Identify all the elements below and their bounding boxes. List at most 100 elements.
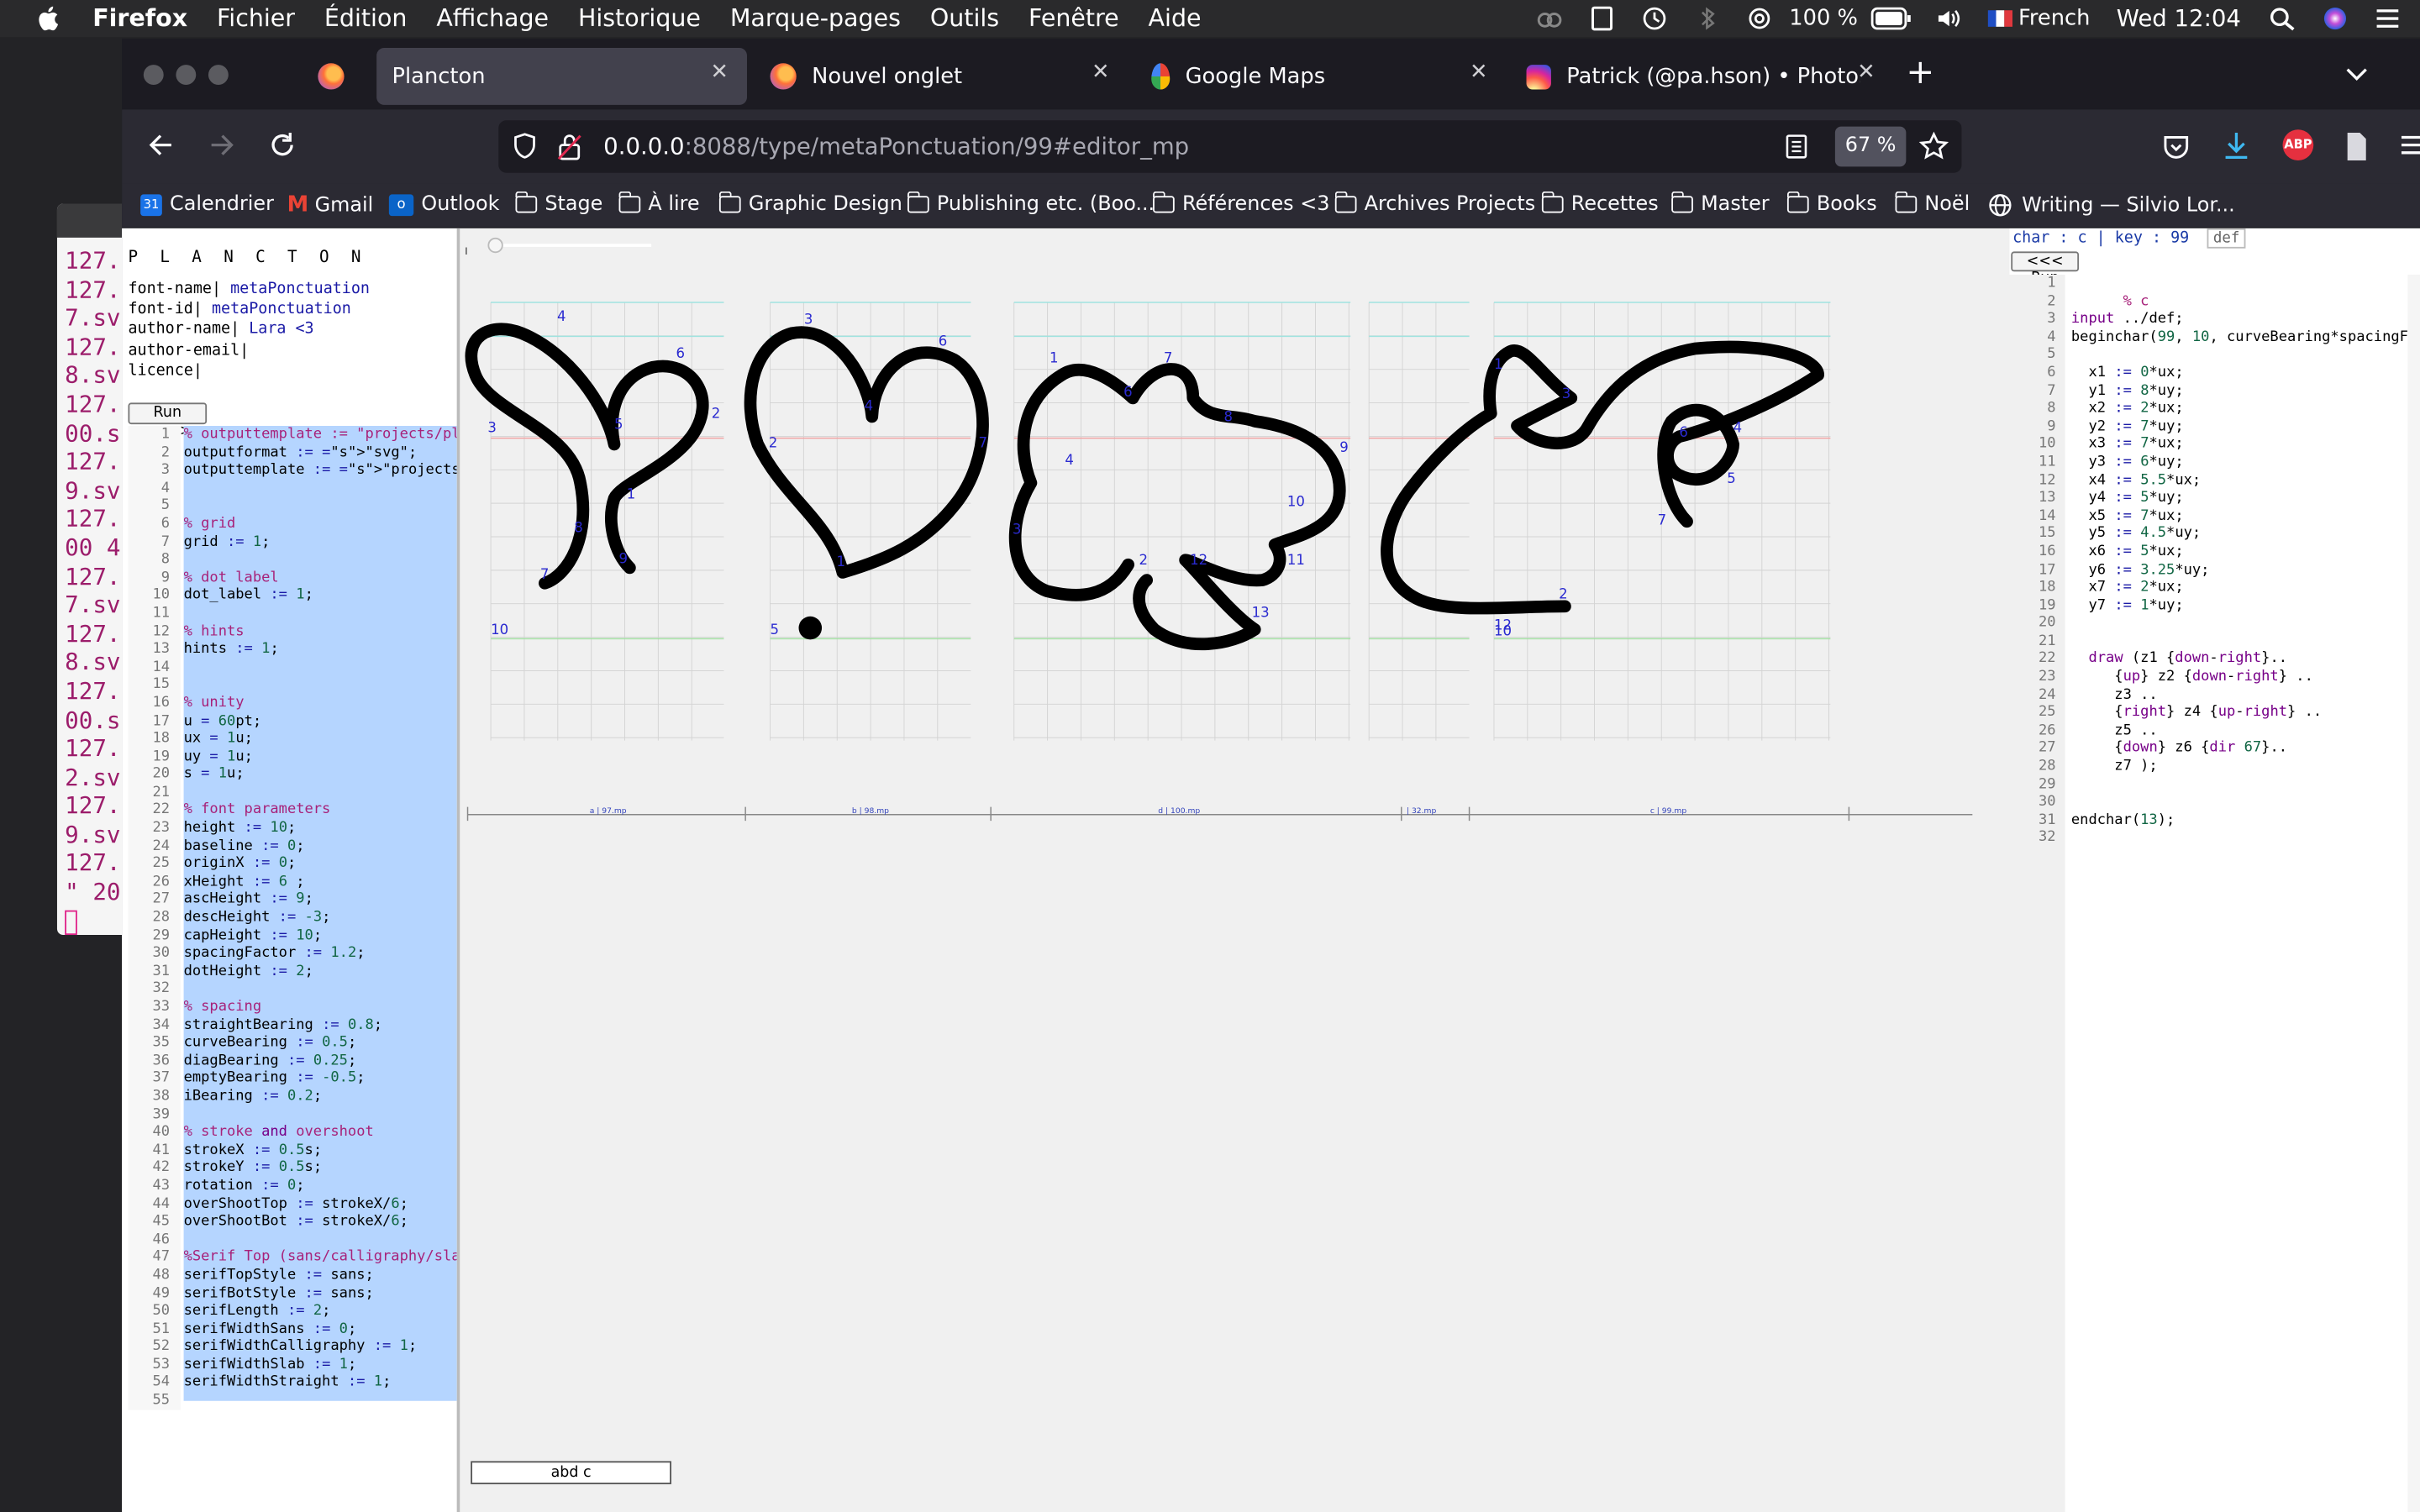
clock[interactable]: Wed 12:04 — [2117, 5, 2241, 33]
firefox-view-icon[interactable] — [318, 63, 345, 90]
menu-edition[interactable]: Édition — [324, 5, 408, 33]
menu-marque-pages[interactable]: Marque-pages — [730, 5, 901, 33]
bookmark-folder-archives-projects[interactable]: Archives Projects — [1334, 191, 1535, 216]
downloads-icon[interactable] — [2223, 131, 2250, 162]
background-text-line: 127. — [65, 734, 121, 763]
background-text-line: 8.sv — [65, 648, 121, 677]
tracking-protection-shield-icon[interactable] — [513, 133, 537, 160]
line-number: 33 — [152, 998, 171, 1016]
close-tab-icon[interactable]: ✕ — [1470, 60, 1488, 85]
run-glyph-button[interactable]: <<< Run — [2011, 251, 2080, 287]
spotlight-search-icon[interactable] — [2269, 6, 2296, 31]
meta-row[interactable]: author-name| Lara <3 — [128, 320, 370, 340]
tab-plancton[interactable]: Plancton ✕ — [376, 47, 747, 105]
adblock-plus-icon[interactable]: ABP — [2282, 129, 2314, 161]
tab-instagram[interactable]: Patrick (@pa.hson) • Photos et v ✕ — [1514, 48, 1885, 105]
reload-icon[interactable] — [269, 131, 297, 159]
battery-icon[interactable] — [1870, 6, 1911, 30]
meta-value: metaPonctuation — [221, 281, 370, 298]
bookmark-folder-books[interactable]: Books — [1786, 191, 1877, 216]
forward-arrow-icon[interactable] — [208, 131, 236, 159]
list-tabs-chevron-down-icon[interactable] — [2344, 65, 2369, 83]
url-text[interactable]: 0.0.0.0:8088/type/metaPonctuation/99#edi… — [603, 133, 1189, 160]
siri-icon[interactable] — [2321, 6, 2349, 30]
tab-nouvel-onglet[interactable]: Nouvel onglet ✕ — [758, 48, 1128, 105]
def-code-text[interactable]: % outputtemplate := "projects/plancton";… — [183, 425, 457, 1401]
tab-google-maps[interactable]: Google Maps ✕ — [1136, 48, 1507, 105]
meta-row[interactable]: font-name| metaPonctuation — [128, 279, 370, 299]
french-flag-icon[interactable] — [1987, 6, 2012, 30]
bookmark-folder-graphic-design[interactable]: Graphic Design — [718, 191, 902, 216]
code-line: % dot label — [183, 569, 279, 586]
document-extension-icon[interactable] — [2344, 131, 2369, 162]
line-number: 20 — [2038, 614, 2056, 632]
close-tab-icon[interactable]: ✕ — [1092, 60, 1110, 85]
bookmark-folder-stage[interactable]: Stage — [514, 191, 602, 216]
code-line: z3 .. — [2070, 685, 2158, 703]
background-text-line: 127. — [65, 505, 121, 533]
bluetooth-icon[interactable] — [1693, 6, 1721, 30]
preview-text-input[interactable]: abd c — [471, 1461, 671, 1484]
line-number: 31 — [152, 962, 171, 979]
def-tab-button[interactable]: def — [2207, 228, 2246, 249]
close-window-button[interactable] — [143, 65, 164, 86]
meta-key: author-email| — [128, 342, 250, 360]
code-line: z7 ); — [2070, 757, 2158, 775]
meta-row[interactable]: licence| — [128, 360, 370, 381]
bookmark-calendrier[interactable]: 31 Calendrier — [140, 193, 274, 216]
input-source[interactable]: French — [2018, 6, 2090, 30]
insecure-lock-icon[interactable] — [557, 133, 581, 160]
bookmark-writing-silvio[interactable]: Writing — Silvio Lor... — [1988, 193, 2235, 218]
menu-historique[interactable]: Historique — [578, 5, 701, 33]
bookmark-folder-publishing[interactable]: Publishing etc. (Boo... — [907, 191, 1155, 216]
line-number: 49 — [152, 1284, 171, 1302]
code-line: y1 := 8*uy; — [2070, 381, 2184, 399]
editor-scrollbar[interactable] — [2407, 274, 2420, 1512]
run-def-button[interactable]: Run >>>> — [128, 402, 208, 439]
bookmark-folder-a-lire[interactable]: À lire — [618, 191, 700, 216]
menubar: Firefox Fichier Édition Affichage Histor… — [0, 0, 2420, 38]
control-center-icon[interactable] — [2374, 6, 2402, 30]
line-number: 25 — [152, 855, 171, 873]
close-tab-icon[interactable]: ✕ — [710, 60, 729, 85]
bookmark-folder-references[interactable]: Références <3 — [1152, 191, 1329, 216]
pocket-icon[interactable] — [2162, 133, 2190, 160]
code-line: % c — [2123, 292, 2149, 310]
bookmark-folder-recettes[interactable]: Recettes — [1540, 191, 1659, 216]
meta-row[interactable]: author-email| — [128, 340, 370, 360]
menu-aide[interactable]: Aide — [1149, 5, 1202, 33]
reader-view-icon[interactable] — [1786, 134, 1807, 159]
apple-icon[interactable] — [34, 3, 65, 34]
glyph-code-editor[interactable]: 1 2 3 4 5 6 7 8 9 10 11 12 13 14 15 16 17 18 19 20 21 22 23 24 2… — [2009, 274, 2420, 1512]
menu-affichage[interactable]: Affichage — [436, 5, 549, 33]
screen-icon[interactable] — [1588, 6, 1616, 31]
menu-app-name[interactable]: Firefox — [92, 5, 187, 33]
glyph-grid — [1368, 302, 1470, 741]
minimize-window-button[interactable] — [176, 65, 197, 86]
time-machine-icon[interactable] — [1641, 6, 1669, 30]
bookmark-star-icon[interactable] — [1918, 131, 1949, 162]
meta-row[interactable]: font-id| metaPonctuation — [128, 300, 370, 320]
zoom-window-button[interactable] — [208, 65, 229, 86]
bookmark-folder-master[interactable]: Master — [1670, 191, 1770, 216]
point-labels: 463 5218791036247151 768491032 12 1113136 457… — [487, 308, 1742, 639]
def-code-editor[interactable]: 1 2 3 4 5 6 7 8 9 10 11 12 13 14 15 16 17 18 19 20 21 22 23 24 2… — [128, 425, 457, 1410]
new-tab-plus-icon[interactable]: + — [1906, 54, 1934, 92]
code-line: %Serif Top (sans/calligraphy/slab/straig… — [183, 1248, 457, 1266]
menu-fichier[interactable]: Fichier — [217, 5, 295, 33]
bookmark-outlook[interactable]: o Outlook — [388, 193, 499, 216]
creative-cloud-icon[interactable] — [1536, 6, 1564, 30]
code-line: originX := 0; — [183, 855, 297, 873]
url-bar[interactable]: 0.0.0.0:8088/type/metaPonctuation/99#edi… — [498, 120, 1962, 173]
close-tab-icon[interactable]: ✕ — [1857, 60, 1876, 85]
back-arrow-icon[interactable] — [146, 131, 174, 159]
hamburger-menu-icon[interactable] — [2400, 134, 2420, 156]
volume-icon[interactable] — [1935, 6, 1963, 30]
menu-fenetre[interactable]: Fenêtre — [1028, 5, 1119, 33]
bookmark-folder-noel[interactable]: Noël — [1894, 191, 1970, 216]
menu-outils[interactable]: Outils — [930, 5, 999, 33]
zoom-level-button[interactable]: 67 % — [1834, 126, 1907, 167]
airplay-icon[interactable] — [1746, 6, 1774, 30]
glyph-code-text[interactable]: ​ % cinput ../def;beginchar(99, 10, curv… — [2071, 275, 2420, 847]
bookmark-gmail[interactable]: M Gmail — [287, 193, 374, 218]
